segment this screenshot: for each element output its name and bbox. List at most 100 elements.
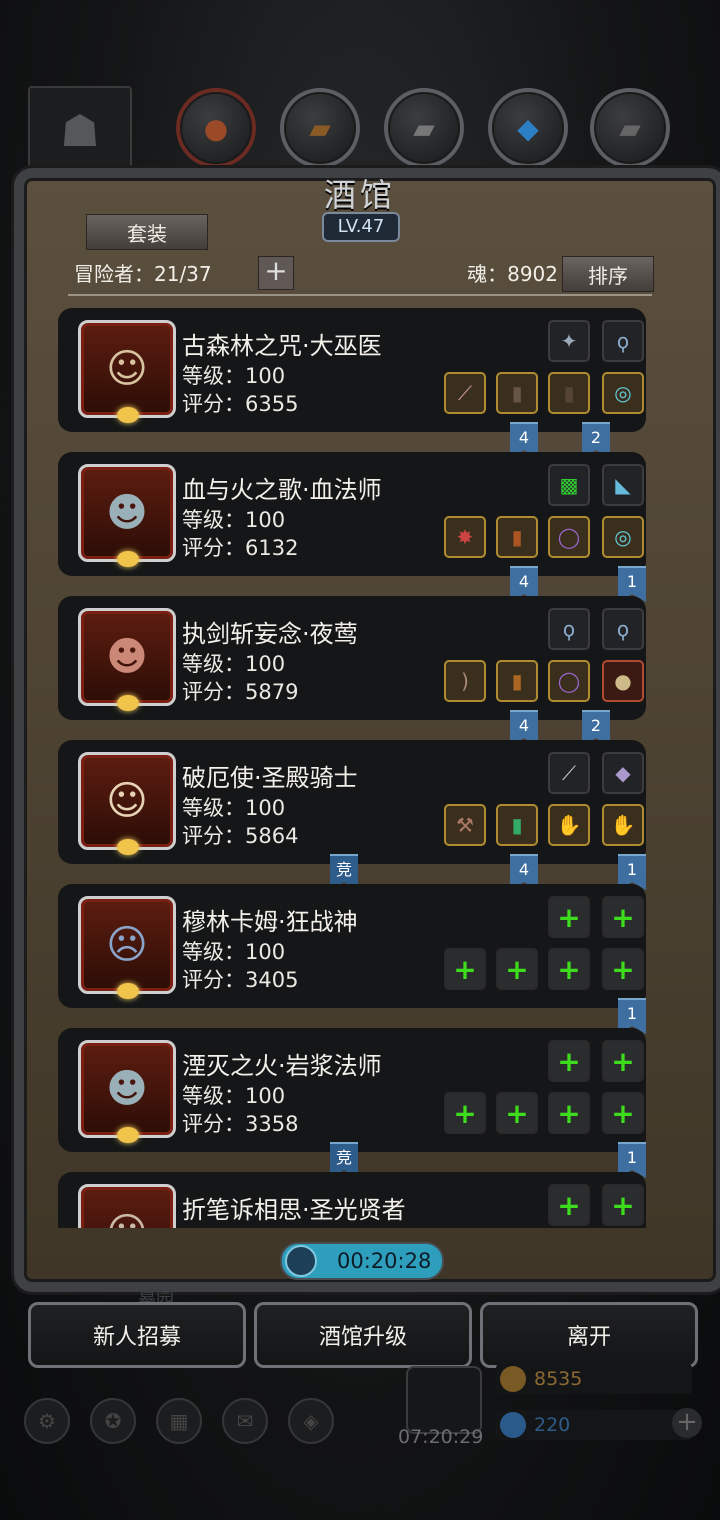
tab-hero-portrait[interactable]: ☗ [28, 86, 132, 176]
hero-portrait[interactable]: ☹ [78, 896, 176, 999]
bow-icon: ) [461, 669, 469, 693]
equip-slot[interactable]: ▮ [548, 372, 590, 414]
tavern-title: 酒馆 [323, 176, 396, 214]
equip-slot[interactable]: ◆ [602, 752, 644, 794]
hero-name: 穆林卡姆·狂战神 [182, 908, 358, 936]
equip-slot[interactable]: ▮ [496, 516, 538, 558]
hero-card[interactable]: ☻ 湮灭之火·岩浆法师 等级：100 评分：3358 + + + + + + [58, 1028, 646, 1152]
recruit-button[interactable]: 新人招募 [28, 1302, 246, 1368]
empty-slot[interactable]: + [548, 896, 590, 938]
equip-slot[interactable]: ✋ [548, 804, 590, 846]
leave-button[interactable]: 离开 [480, 1302, 698, 1368]
equip-slot[interactable]: ✋ [602, 804, 644, 846]
hero-card[interactable]: ☺ 折笔诉相思·圣光贤者 + + [58, 1172, 646, 1228]
equip-slot[interactable]: ▮ [496, 804, 538, 846]
empty-slot[interactable]: + [548, 1184, 590, 1226]
clock-icon [285, 1245, 317, 1277]
plus-icon: + [453, 1096, 477, 1130]
equip-slot[interactable]: ● [602, 660, 644, 702]
gem-resource: 220 [496, 1410, 692, 1440]
equip-slot[interactable]: ✸ [444, 516, 486, 558]
hero-score: 评分：6355 [182, 392, 299, 416]
add-slot-button[interactable]: + [258, 256, 294, 290]
timer-bar: 00:20:28 [280, 1242, 444, 1280]
orb-icon: ● [614, 669, 632, 693]
plus-icon: + [611, 1044, 635, 1078]
empty-slot[interactable]: + [548, 1092, 590, 1134]
hero-card[interactable]: ☻ 执剑斩妄念·夜莺 等级：100 评分：5879 ϙ ϙ ) ▮ ◯ ● [58, 596, 646, 720]
hero-portrait[interactable]: ☻ [78, 608, 176, 711]
sort-button[interactable]: 排序 [562, 256, 654, 292]
timer-text: 00:20:28 [337, 1249, 432, 1273]
mail-icon[interactable]: ✉ [222, 1398, 268, 1444]
hooded-figure-icon: ☗ [60, 105, 100, 157]
settings-gear-icon[interactable]: ⚙ [24, 1398, 70, 1444]
equip-slot[interactable]: ϙ [548, 608, 590, 650]
hero-score: 评分：3405 [182, 968, 299, 992]
equip-slot[interactable]: ✦ [548, 320, 590, 362]
equip-slot[interactable]: ⟋ [548, 752, 590, 794]
equip-slot[interactable]: ϙ [602, 608, 644, 650]
tab-iron[interactable]: ▰ [590, 88, 670, 168]
empty-slot[interactable]: + [602, 948, 644, 990]
empty-slot[interactable]: + [496, 1092, 538, 1134]
hero-level: 等级：100 [182, 796, 286, 820]
equip-slot[interactable]: ◣ [602, 464, 644, 506]
hero-card[interactable]: ☺ 破厄使·圣殿骑士 等级：100 评分：5864 ⟋ ◆ ⚒ ▮ ✋ ✋ [58, 740, 646, 864]
hero-card[interactable]: ☹ 穆林卡姆·狂战神 等级：100 评分：3405 + + + + + + [58, 884, 646, 1008]
equip-slot[interactable]: ▮ [496, 660, 538, 702]
equip-slot[interactable]: ◯ [548, 516, 590, 558]
equip-slot[interactable]: ◎ [602, 516, 644, 558]
tab-stone[interactable]: ▰ [384, 88, 464, 168]
tab-wood[interactable]: ▰ [280, 88, 360, 168]
equip-slot[interactable]: ◎ [602, 372, 644, 414]
empty-slot[interactable]: + [444, 1092, 486, 1134]
empty-slot[interactable]: + [602, 1184, 644, 1226]
robe-icon: ▮ [511, 381, 523, 405]
wood-icon: ▰ [309, 111, 331, 145]
empty-slot[interactable]: + [602, 896, 644, 938]
gift-box-icon[interactable] [406, 1366, 482, 1434]
hero-list[interactable]: ☺ 古森林之咒·大巫医 等级：100 评分：6355 ✦ ϙ ⟋ ▮ ▮ ◎ 4… [58, 304, 646, 1228]
hero-level: 等级：100 [182, 1084, 286, 1108]
tab-crystal[interactable]: ◆ [488, 88, 568, 168]
plus-icon: + [611, 952, 635, 986]
hero-portrait[interactable]: ☻ [78, 1040, 176, 1143]
equip-slot[interactable]: ⟋ [444, 372, 486, 414]
suit-button[interactable]: 套装 [86, 214, 208, 250]
network-icon[interactable]: ◈ [288, 1398, 334, 1444]
bracelet-icon: ◯ [557, 669, 581, 693]
empty-slot[interactable]: + [444, 948, 486, 990]
hero-name: 折笔诉相思·圣光贤者 [182, 1196, 406, 1224]
equip-slot[interactable]: ◯ [548, 660, 590, 702]
equip-slot[interactable]: ) [444, 660, 486, 702]
hero-portrait[interactable]: ☺ [78, 1184, 176, 1228]
hero-card[interactable]: ☻ 血与火之歌·血法师 等级：100 评分：6132 ▩ ◣ ✸ ▮ ◯ ◎ [58, 452, 646, 576]
equip-slot[interactable]: ▮ [496, 372, 538, 414]
moon-icon [117, 551, 139, 567]
hero-portrait[interactable]: ☺ [78, 752, 176, 855]
empty-slot[interactable]: + [602, 1040, 644, 1082]
tavern-upgrade-button[interactable]: 酒馆升级 [254, 1302, 472, 1368]
bracelet-icon: ◯ [557, 525, 581, 549]
tab-basketball[interactable]: ● [176, 88, 256, 168]
empty-slot[interactable]: + [548, 1040, 590, 1082]
equip-slot[interactable]: ϙ [602, 320, 644, 362]
necklace-icon: ϙ [562, 617, 576, 641]
equip-slot[interactable]: ▩ [548, 464, 590, 506]
achievement-icon[interactable]: ✪ [90, 1398, 136, 1444]
moon-icon [117, 983, 139, 999]
empty-slot[interactable]: + [602, 1092, 644, 1134]
codex-icon[interactable]: ▦ [156, 1398, 202, 1444]
hero-name: 执剑斩妄念·夜莺 [182, 620, 358, 648]
equip-slot[interactable]: ⚒ [444, 804, 486, 846]
empty-slot[interactable]: + [496, 948, 538, 990]
necklace-icon: ϙ [616, 329, 630, 353]
ring-icon: ◎ [614, 381, 632, 405]
hero-card[interactable]: ☺ 古森林之咒·大巫医 等级：100 评分：6355 ✦ ϙ ⟋ ▮ ▮ ◎ [58, 308, 646, 432]
hero-portrait[interactable]: ☻ [78, 464, 176, 567]
add-gem-button[interactable]: + [672, 1408, 702, 1438]
plus-icon: + [557, 1044, 581, 1078]
hero-portrait[interactable]: ☺ [78, 320, 176, 423]
empty-slot[interactable]: + [548, 948, 590, 990]
